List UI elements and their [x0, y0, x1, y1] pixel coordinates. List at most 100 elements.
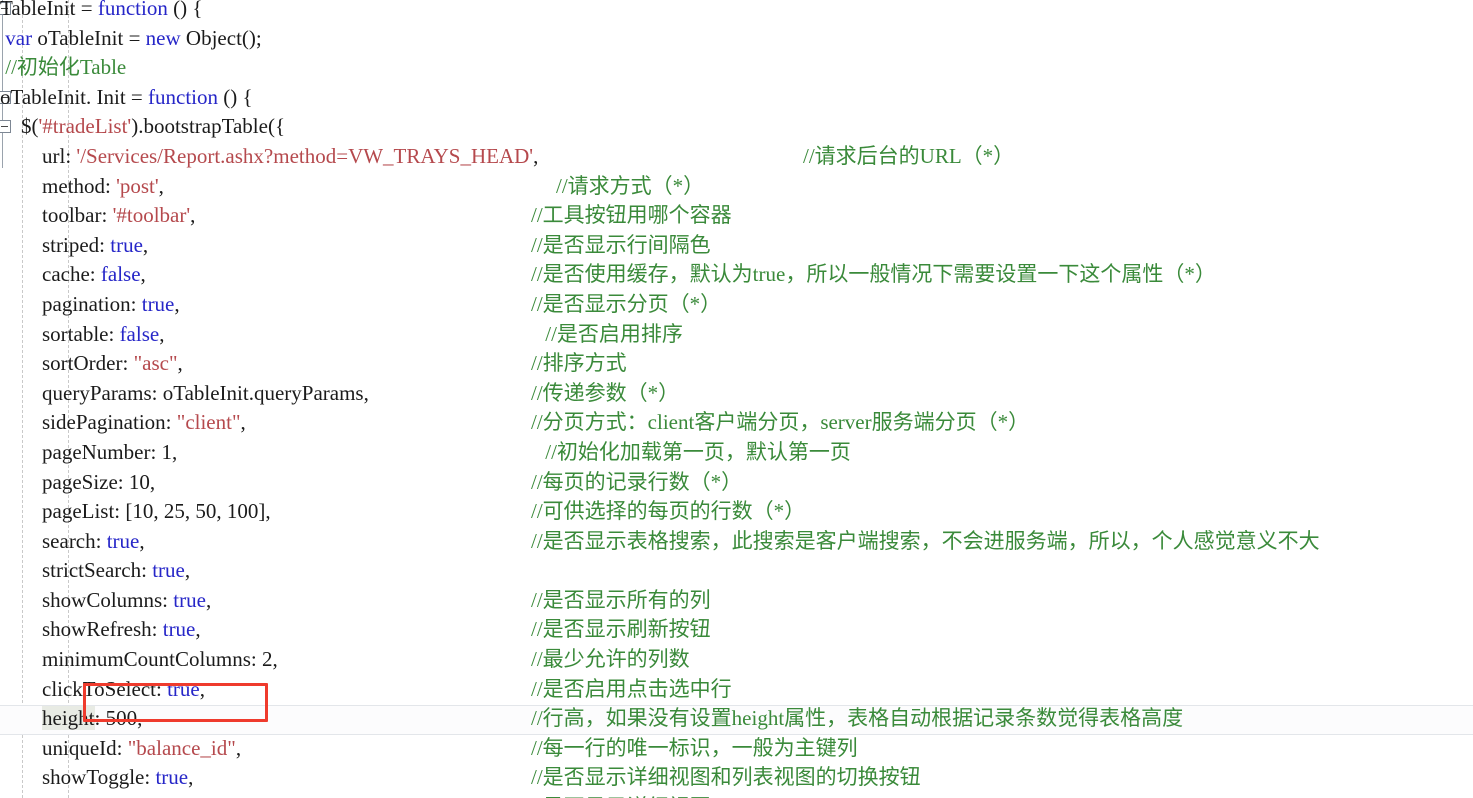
- code-line[interactable]: strictSearch: true,: [0, 556, 1473, 586]
- code-token: minimumCountColumns: 2,: [0, 647, 278, 672]
- code-line[interactable]: sortOrder: "asc", //排序方式: [0, 349, 1473, 379]
- code-token: strictSearch:: [0, 558, 153, 583]
- code-line[interactable]: cardView: false, //是否显示详细视图: [0, 793, 1473, 798]
- code-token: new: [145, 25, 181, 50]
- code-line-comment: //每页的记录行数（*）: [531, 469, 743, 494]
- code-line[interactable]: striped: true, //是否显示行间隔色: [0, 231, 1473, 261]
- code-line-source: strictSearch: true,: [0, 556, 190, 586]
- code-line[interactable]: minimumCountColumns: 2, //最少允许的列数: [0, 645, 1473, 675]
- code-token: true: [110, 232, 143, 257]
- code-line[interactable]: showColumns: true, //是否显示所有的列: [0, 586, 1473, 616]
- code-line[interactable]: sortable: false, //是否启用排序: [0, 320, 1473, 350]
- code-token: true: [141, 291, 175, 316]
- code-line-source: sortOrder: "asc",: [0, 349, 183, 379]
- code-token: true: [106, 528, 140, 553]
- code-token: ,: [190, 203, 196, 228]
- code-line[interactable]: TableInit = function () {: [0, 0, 1473, 24]
- code-line[interactable]: pageSize: 10, //每页的记录行数（*）: [0, 468, 1473, 498]
- code-token: sidePagination:: [0, 410, 177, 435]
- code-token: ,: [139, 528, 145, 553]
- code-line-comment: //传递参数（*）: [531, 380, 680, 405]
- code-line-source: sortable: false,: [0, 320, 164, 350]
- code-line-comment: //请求后台的URL（*）: [803, 143, 1015, 168]
- code-token: showColumns:: [0, 587, 174, 612]
- code-line[interactable]: sidePagination: "client", //分页方式：client客户…: [0, 408, 1473, 438]
- code-line[interactable]: queryParams: oTableInit.queryParams, //传递…: [0, 379, 1473, 409]
- code-token: uniqueId:: [0, 735, 128, 760]
- code-line-source: cache: false,: [0, 260, 146, 290]
- code-content[interactable]: TableInit = function () { var oTableInit…: [0, 0, 1473, 798]
- code-token: ,: [240, 410, 246, 435]
- code-line-comment: //是否启用排序: [540, 321, 683, 346]
- code-token: pageList: [10, 25, 50, 100],: [0, 499, 271, 524]
- code-token: "balance_id": [127, 735, 236, 760]
- code-line-source: pageList: [10, 25, 50, 100],: [0, 497, 271, 527]
- code-token: "client": [176, 410, 241, 435]
- code-line-comment: //是否显示刷新按钮: [531, 617, 711, 642]
- code-line[interactable]: $('#tradeList').bootstrapTable({: [0, 112, 1473, 142]
- code-line-comment: //初始化Table: [0, 55, 127, 80]
- code-token: true: [173, 587, 206, 612]
- code-token: false: [100, 262, 141, 287]
- code-line[interactable]: //初始化Table: [0, 53, 1473, 83]
- code-line-comment: //请求方式（*）: [556, 173, 705, 198]
- code-line[interactable]: cache: false, //是否使用缓存，默认为true，所以一般情况下需要设…: [0, 260, 1473, 290]
- code-line-source: method: 'post',: [0, 172, 164, 202]
- code-token: '#tradeList': [38, 114, 132, 139]
- code-token: ,: [205, 587, 212, 612]
- code-line[interactable]: oTableInit. Init = function () {: [0, 83, 1473, 113]
- code-token: $(: [0, 114, 39, 139]
- code-token: function: [148, 84, 218, 109]
- code-line-source: striped: true,: [0, 231, 148, 261]
- code-line-source: cardView: false,: [0, 793, 178, 798]
- code-line-source: pageNumber: 1,: [0, 438, 177, 468]
- code-line-comment: //可供选择的每页的行数（*）: [531, 499, 806, 524]
- code-line[interactable]: uniqueId: "balance_id", //每一行的唯一标识，一般为主键列: [0, 734, 1473, 764]
- code-token: Object();: [180, 25, 262, 50]
- code-line[interactable]: var oTableInit = new Object();: [0, 24, 1473, 54]
- code-line[interactable]: pagination: true, //是否显示分页（*）: [0, 290, 1473, 320]
- code-token: toolbar:: [0, 203, 113, 228]
- code-line[interactable]: showRefresh: true, //是否显示刷新按钮: [0, 615, 1473, 645]
- code-line[interactable]: url: '/Services/Report.ashx?method=VW_TR…: [0, 142, 1473, 172]
- code-token: '#toolbar': [112, 203, 191, 228]
- code-token: ,: [140, 262, 146, 287]
- code-token: ,: [159, 321, 165, 346]
- code-line-comment: //是否显示行间隔色: [531, 232, 711, 257]
- code-line-comment: //是否显示详细视图和列表视图的切换按钮: [531, 765, 921, 790]
- code-line[interactable]: toolbar: '#toolbar', //工具按钮用哪个容器: [0, 201, 1473, 231]
- code-line-comment: //行高，如果没有设置height属性，表格自动根据记录条数觉得表格高度: [531, 706, 1184, 731]
- code-token: () {: [218, 84, 253, 109]
- code-token: ,: [188, 765, 194, 790]
- code-token: ,: [195, 617, 201, 642]
- code-line-source: showColumns: true,: [0, 586, 211, 616]
- code-line-source: showToggle: true,: [0, 763, 193, 793]
- code-token: true: [152, 558, 185, 583]
- code-line-comment: //是否显示分页（*）: [531, 291, 722, 316]
- code-line-comment: //最少允许的列数: [531, 647, 690, 672]
- annotation-rectangle-height-property: [83, 683, 268, 722]
- code-token: ,: [533, 143, 539, 168]
- code-token: true: [162, 617, 196, 642]
- code-line-source: TableInit = function () {: [0, 0, 202, 24]
- code-line[interactable]: pageNumber: 1, //初始化加载第一页，默认第一页: [0, 438, 1473, 468]
- code-token: "asc": [133, 351, 178, 376]
- code-line[interactable]: pageList: [10, 25, 50, 100], //可供选择的每页的行数…: [0, 497, 1473, 527]
- code-line[interactable]: showToggle: true, //是否显示详细视图和列表视图的切换按钮: [0, 763, 1473, 793]
- code-line-source: url: '/Services/Report.ashx?method=VW_TR…: [0, 142, 538, 172]
- code-line-source: showRefresh: true,: [0, 615, 201, 645]
- code-line-source: queryParams: oTableInit.queryParams,: [0, 379, 369, 409]
- code-line-comment: //每一行的唯一标识，一般为主键列: [531, 735, 858, 760]
- code-line-comment: //是否显示所有的列: [531, 587, 711, 612]
- code-line-source: oTableInit. Init = function () {: [0, 83, 253, 113]
- code-token: pageNumber: 1,: [0, 439, 178, 464]
- code-line-comment: //排序方式: [531, 351, 627, 376]
- code-line-comment: //是否显示详细视图: [531, 793, 711, 798]
- code-token: search:: [0, 528, 107, 553]
- code-token: '/Services/Report.ashx?method=VW_TRAYS_H…: [76, 143, 534, 168]
- code-line[interactable]: method: 'post', //请求方式（*）: [0, 172, 1473, 202]
- code-line[interactable]: search: true, //是否显示表格搜索，此搜索是客户端搜索，不会进服务端…: [0, 527, 1473, 557]
- code-editor[interactable]: TableInit = function () { var oTableInit…: [0, 0, 1473, 798]
- code-token: oTableInit =: [32, 25, 146, 50]
